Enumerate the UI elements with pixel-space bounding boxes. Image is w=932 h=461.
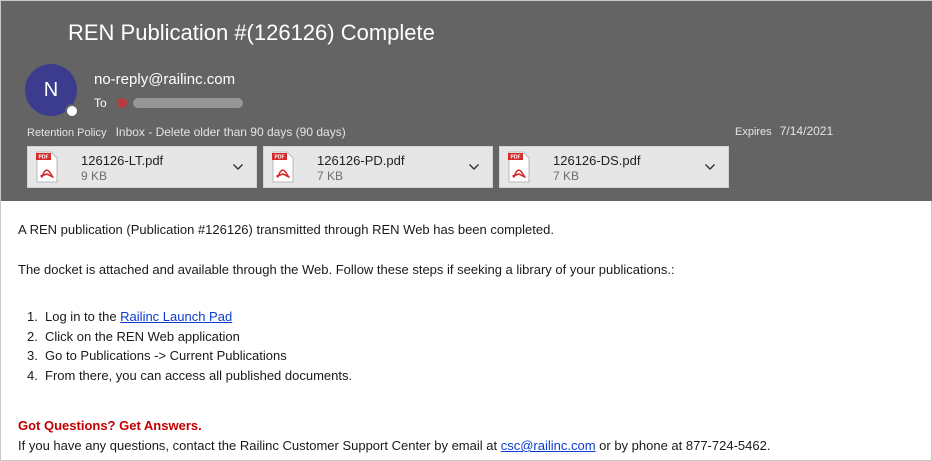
intro-paragraph: A REN publication (Publication #126126) …	[18, 222, 554, 237]
questions-heading: Got Questions? Get Answers.	[18, 418, 202, 433]
attachment-filename: 126126-DS.pdf	[553, 153, 641, 168]
to-label: To	[94, 96, 107, 110]
steps-list: 1. Log in to the Railinc Launch Pad 2. C…	[27, 309, 352, 387]
avatar-initial: N	[43, 78, 59, 101]
attachment-card[interactable]: PDF 126126-PD.pdf 7 KB	[263, 146, 493, 188]
pdf-icon: PDF	[272, 151, 294, 183]
presence-status-icon	[65, 104, 79, 118]
list-item: 4. From there, you can access all publis…	[27, 368, 352, 388]
railinc-launch-pad-link[interactable]: Railinc Launch Pad	[120, 309, 232, 329]
email-reading-pane: REN Publication #(126126) Complete N no-…	[0, 0, 932, 461]
attachment-card[interactable]: PDF 126126-DS.pdf 7 KB	[499, 146, 729, 188]
step-text: Click on the REN Web application	[45, 328, 240, 344]
contact-paragraph: If you have any questions, contact the R…	[18, 438, 770, 453]
expiry-info: Expires 7/14/2021	[735, 124, 833, 138]
retention-policy: Retention Policy Inbox - Delete older th…	[27, 125, 346, 139]
step-number: 1.	[27, 309, 38, 324]
step-number: 2.	[27, 328, 38, 344]
step-text: Go to Publications -> Current Publicatio…	[45, 348, 287, 363]
attachment-size: 7 KB	[553, 169, 580, 183]
chevron-down-icon[interactable]	[232, 161, 244, 173]
step-number: 4.	[27, 367, 38, 383]
recipient-name-redacted[interactable]	[132, 98, 243, 108]
list-item: 3. Go to Publications -> Current Publica…	[27, 348, 352, 368]
contact-suffix: or by phone at 877-724-5462.	[595, 438, 771, 453]
attachment-size: 7 KB	[317, 169, 344, 183]
retention-policy-value: Inbox - Delete older than 90 days (90 da…	[115, 125, 346, 139]
contact-prefix: If you have any questions, contact the R…	[18, 438, 501, 453]
docket-paragraph: The docket is attached and available thr…	[18, 262, 675, 277]
retention-policy-label: Retention Policy	[27, 127, 107, 139]
svg-text:PDF: PDF	[39, 155, 49, 161]
pdf-icon: PDF	[508, 151, 530, 183]
svg-text:PDF: PDF	[275, 155, 285, 161]
attachment-size: 9 KB	[81, 169, 108, 183]
list-item: 2. Click on the REN Web application	[27, 329, 352, 349]
recipient-row: To	[94, 95, 243, 111]
step-text: From there, you can access all published…	[45, 367, 353, 383]
step-number: 3.	[27, 348, 38, 363]
attachment-card[interactable]: PDF 126126-LT.pdf 9 KB	[27, 146, 257, 188]
expires-date: 7/14/2021	[779, 124, 834, 138]
attachment-filename: 126126-LT.pdf	[81, 153, 164, 168]
email-subject: REN Publication #(126126) Complete	[68, 20, 435, 45]
step-text: Log in to the	[45, 309, 121, 324]
support-email-link[interactable]: csc@railinc.com	[501, 438, 596, 453]
attachment-filename: 126126-PD.pdf	[317, 153, 405, 168]
sender-address[interactable]: no-reply@railinc.com	[94, 71, 235, 88]
pdf-icon: PDF	[36, 151, 58, 183]
list-item: 1. Log in to the Railinc Launch Pad	[27, 309, 352, 329]
email-header: REN Publication #(126126) Complete N no-…	[1, 1, 932, 201]
svg-text:PDF: PDF	[511, 155, 521, 161]
recipient-avatar-icon	[116, 98, 127, 108]
chevron-down-icon[interactable]	[704, 161, 716, 173]
chevron-down-icon[interactable]	[468, 161, 480, 173]
expires-label: Expires	[735, 126, 772, 138]
